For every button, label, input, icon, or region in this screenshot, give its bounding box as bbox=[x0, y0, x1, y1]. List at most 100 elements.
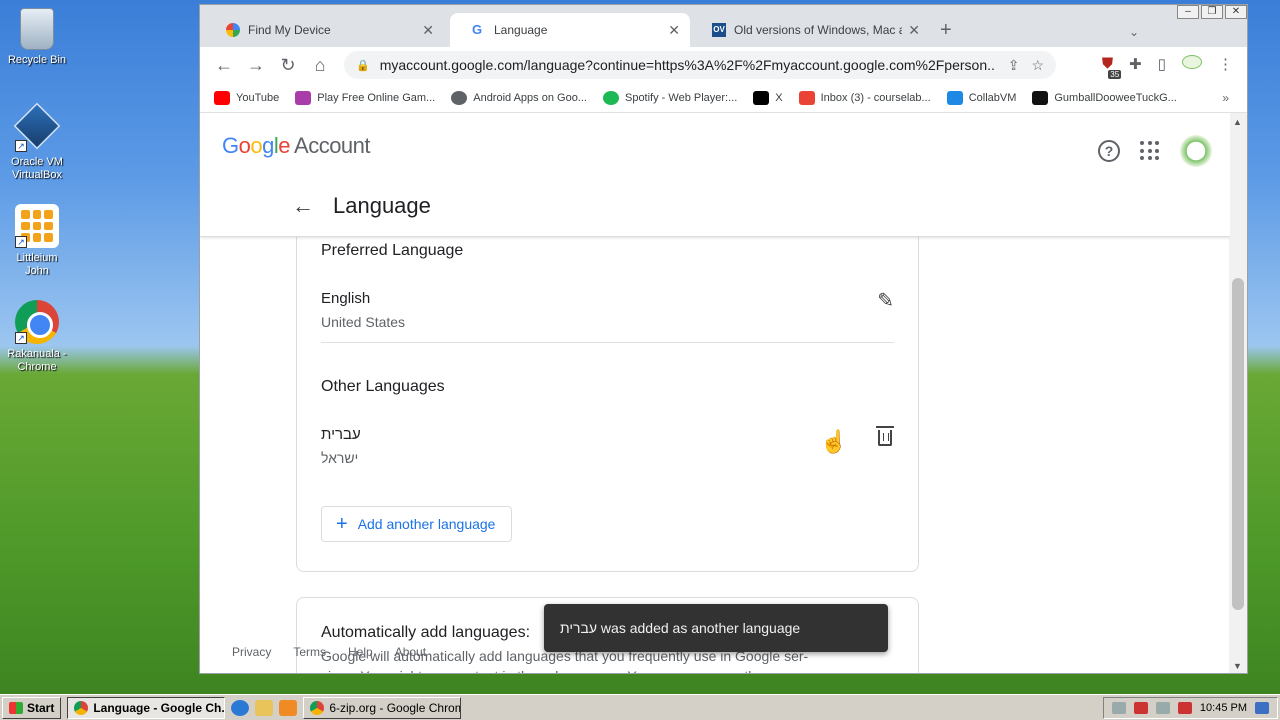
tab-old-versions[interactable]: OV Old versions of Windows, Mac and Linu… bbox=[690, 13, 930, 47]
media-player-icon[interactable] bbox=[279, 699, 298, 716]
bookmark-star-icon[interactable]: ☆ bbox=[1031, 57, 1044, 74]
footer-about-link[interactable]: About bbox=[395, 645, 426, 659]
folder-icon[interactable] bbox=[255, 699, 274, 716]
spotify-icon bbox=[602, 90, 619, 105]
google-account-header: Google Account ? ← Language bbox=[200, 113, 1230, 237]
tab-search-icon[interactable]: ⌄ bbox=[1129, 25, 1139, 39]
tab-strip: Find My Device ✕ G Language ✕ OV Old ver… bbox=[200, 13, 1247, 47]
close-tab-icon[interactable]: ✕ bbox=[422, 22, 434, 39]
home-icon[interactable]: ⌂ bbox=[304, 55, 336, 76]
gmail-icon bbox=[798, 90, 815, 105]
profile-avatar-icon[interactable] bbox=[1182, 55, 1202, 69]
extensions-puzzle-icon[interactable]: ✚ bbox=[1129, 55, 1142, 73]
page-scrollbar[interactable]: ▲ ▼ bbox=[1229, 113, 1247, 673]
bookmarks-bar: YouTube Play Free Online Gam... Android … bbox=[200, 83, 1247, 113]
menu-kebab-icon[interactable]: ⋮ bbox=[1218, 55, 1233, 73]
help-icon[interactable]: ? bbox=[1098, 140, 1120, 162]
keyboard-icon[interactable] bbox=[1111, 702, 1126, 714]
bookmark-gumball[interactable]: GumballDooweeTuckG... bbox=[1032, 90, 1177, 105]
page-content: Google Account ? ← Language Preferred Lan… bbox=[200, 113, 1230, 673]
bookmark-play-free-games[interactable]: Play Free Online Gam... bbox=[295, 90, 436, 105]
toolbar-actions: ⛊ 35 ✚ ▯ ⋮ bbox=[1102, 55, 1233, 79]
url-text: myaccount.google.com/language?continue=h… bbox=[379, 57, 996, 73]
bookmark-label: Android Apps on Goo... bbox=[473, 91, 587, 104]
chrome-icon: ↗ bbox=[15, 300, 59, 344]
bookmark-label: CollabVM bbox=[968, 91, 1017, 104]
hand-cursor-icon: ☝ bbox=[820, 429, 848, 454]
taskbar: Start Language - Google Ch... 6-zip.org … bbox=[0, 694, 1280, 720]
taskbar-item-label: Language - Google Ch... bbox=[93, 700, 226, 715]
desktop-icon-virtualbox[interactable]: ↗ Oracle VM VirtualBox bbox=[4, 102, 70, 182]
bookmark-label: Spotify - Web Player:... bbox=[624, 91, 738, 104]
new-tab-button[interactable]: + bbox=[940, 19, 952, 42]
other-languages-heading: Other Languages bbox=[321, 378, 445, 395]
side-panel-icon[interactable]: ▯ bbox=[1158, 55, 1166, 73]
internet-explorer-icon[interactable] bbox=[231, 699, 250, 716]
bookmark-label: X bbox=[775, 91, 783, 104]
bookmarks-overflow-icon[interactable]: » bbox=[1222, 91, 1229, 105]
shortcut-arrow-icon: ↗ bbox=[15, 236, 27, 248]
taskbar-item-language-chrome[interactable]: Language - Google Ch... bbox=[67, 696, 226, 719]
back-icon[interactable]: ← bbox=[208, 55, 240, 76]
gumball-icon bbox=[1032, 90, 1049, 105]
clock: 10:45 PM bbox=[1199, 702, 1247, 714]
bookmark-android-apps[interactable]: Android Apps on Goo... bbox=[451, 90, 587, 105]
account-avatar[interactable] bbox=[1180, 135, 1212, 167]
bookmark-spotify[interactable]: Spotify - Web Player:... bbox=[602, 90, 738, 105]
close-tab-icon[interactable]: ✕ bbox=[908, 22, 920, 39]
add-language-label: Add another language bbox=[357, 516, 496, 532]
footer-help-link[interactable]: Help bbox=[348, 645, 373, 659]
add-another-language-button[interactable]: + Add another language bbox=[321, 506, 513, 542]
bookmark-collabvm[interactable]: CollabVM bbox=[946, 90, 1017, 105]
apps-grid-icon[interactable] bbox=[1140, 141, 1160, 161]
edit-pencil-icon[interactable]: ✎ bbox=[877, 288, 894, 313]
share-icon[interactable]: ⇪ bbox=[1008, 57, 1020, 74]
footer-terms-link[interactable]: Terms bbox=[293, 645, 326, 659]
google-icon: G bbox=[472, 22, 483, 37]
bookmark-label: Play Free Online Gam... bbox=[317, 91, 436, 104]
desktop-icon-chrome[interactable]: ↗ Rakanuala - Chrome bbox=[4, 300, 70, 374]
chrome-icon bbox=[74, 700, 89, 715]
oldversion-icon: OV bbox=[712, 23, 726, 37]
scroll-up-icon[interactable]: ▲ bbox=[1233, 117, 1242, 127]
back-arrow-icon[interactable]: ← bbox=[292, 193, 314, 219]
show-desktop-icon[interactable] bbox=[1255, 702, 1269, 714]
reload-icon[interactable]: ↻ bbox=[272, 55, 304, 76]
desktop-icon-recycle-bin[interactable]: Recycle Bin bbox=[4, 8, 70, 67]
bookmark-x[interactable]: X bbox=[753, 90, 783, 105]
tab-language[interactable]: G Language ✕ bbox=[450, 13, 690, 47]
language-card: Preferred Language English United States… bbox=[296, 223, 919, 572]
footer-privacy-link[interactable]: Privacy bbox=[232, 645, 271, 659]
desktop-icon-littleium-john[interactable]: ↗ Littleium John bbox=[4, 204, 70, 278]
scrollbar-thumb[interactable] bbox=[1232, 278, 1244, 610]
start-button[interactable]: Start bbox=[2, 696, 62, 719]
shortcut-arrow-icon: ↗ bbox=[15, 332, 27, 344]
app-grid-icon: ↗ bbox=[15, 204, 59, 248]
other-language-name: עברית bbox=[321, 426, 361, 443]
auto-languages-title: Automatically add languages: bbox=[321, 624, 531, 641]
google-account-logo[interactable]: Google Account bbox=[222, 133, 371, 159]
browser-toolbar: ← → ↻ ⌂ 🔒 myaccount.google.com/language?… bbox=[200, 47, 1247, 83]
bookmark-inbox[interactable]: Inbox (3) - courselab... bbox=[798, 90, 931, 105]
tab-find-my-device[interactable]: Find My Device ✕ bbox=[204, 13, 444, 47]
virtualbox-icon-wrap: ↗ bbox=[13, 102, 61, 152]
find-my-device-icon bbox=[226, 23, 240, 37]
bookmark-label: GumballDooweeTuckG... bbox=[1054, 91, 1177, 104]
start-label: Start bbox=[27, 700, 55, 715]
address-bar[interactable]: 🔒 myaccount.google.com/language?continue… bbox=[344, 51, 1056, 79]
scroll-down-icon[interactable]: ▼ bbox=[1233, 661, 1242, 671]
preferred-language-region: United States bbox=[321, 314, 406, 330]
close-tab-icon[interactable]: ✕ bbox=[668, 22, 680, 39]
network-icon[interactable] bbox=[1155, 702, 1170, 714]
volume-muted-icon[interactable] bbox=[1177, 702, 1192, 714]
bookmark-youtube[interactable]: YouTube bbox=[214, 90, 279, 105]
other-language-region: ישראל bbox=[321, 450, 359, 466]
taskbar-item-6zip-chrome[interactable]: 6-zip.org - Google Chrome bbox=[303, 696, 462, 719]
delete-trash-icon[interactable] bbox=[876, 426, 894, 446]
forward-icon[interactable]: → bbox=[240, 55, 272, 76]
snackbar-toast: עברית was added as another language bbox=[544, 604, 888, 652]
preferred-language-heading: Preferred Language bbox=[321, 242, 464, 259]
recycle-bin-icon bbox=[20, 8, 54, 50]
ublock-extension-icon[interactable]: ⛊ 35 bbox=[1102, 55, 1122, 79]
security-icon[interactable] bbox=[1133, 702, 1148, 714]
